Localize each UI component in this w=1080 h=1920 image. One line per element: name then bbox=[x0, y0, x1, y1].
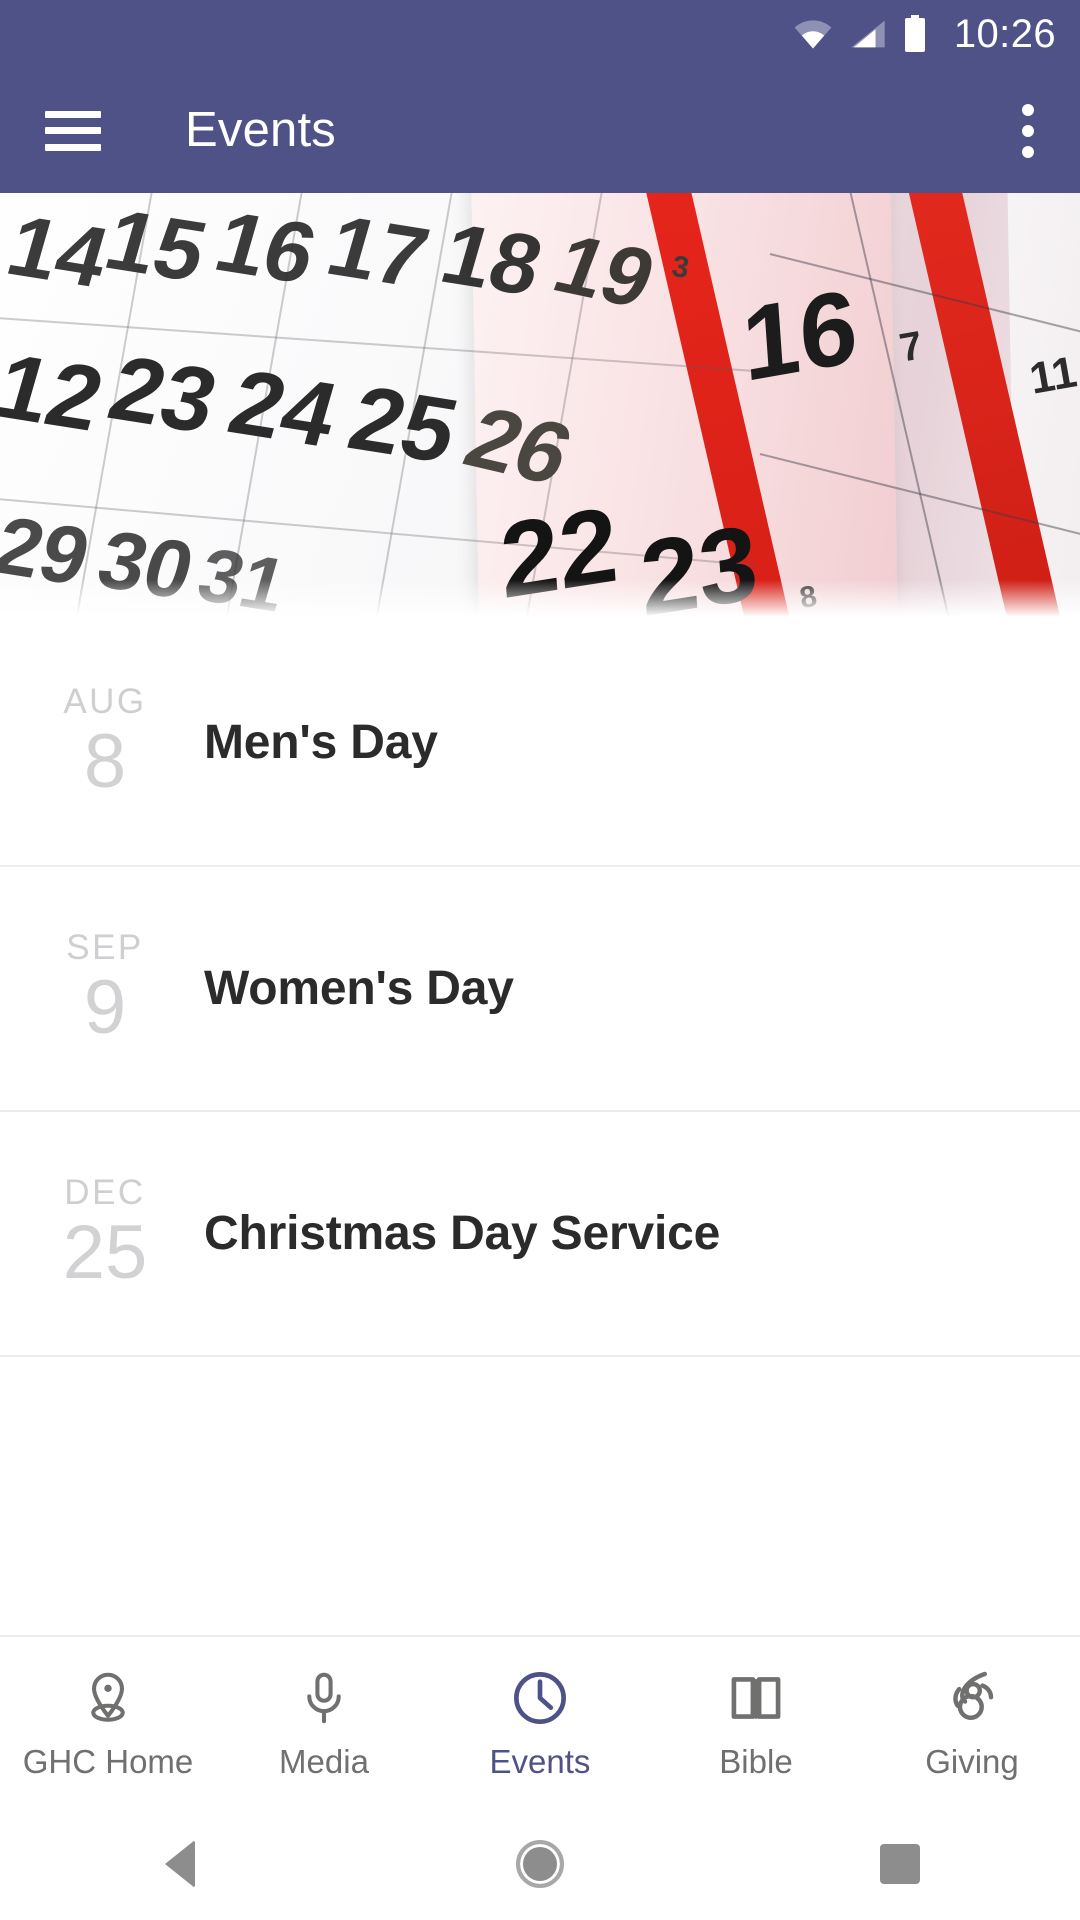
event-date: AUG 8 bbox=[0, 684, 200, 801]
nav-tab-bible[interactable]: Bible bbox=[648, 1637, 864, 1807]
wifi-icon bbox=[792, 17, 834, 51]
recents-square-icon bbox=[880, 1843, 920, 1884]
hero-bottom-fade bbox=[0, 580, 1080, 620]
event-month: DEC bbox=[64, 1173, 146, 1213]
app-bar: Events bbox=[0, 68, 1080, 193]
back-button[interactable] bbox=[120, 1807, 240, 1920]
cellular-signal-icon bbox=[848, 17, 888, 51]
events-list: AUG 8 Men's Day SEP 9 Women's Day DEC 25… bbox=[0, 620, 1080, 1357]
location-pin-icon bbox=[77, 1667, 139, 1729]
open-book-icon bbox=[725, 1667, 787, 1729]
hero-canvas: 14 15 16 17 18 19 3 12 23 24 25 26 29 30… bbox=[0, 193, 1080, 620]
nav-label: Media bbox=[279, 1742, 369, 1780]
recents-button[interactable] bbox=[840, 1807, 960, 1920]
event-title: Women's Day bbox=[204, 961, 514, 1015]
hamburger-menu-icon[interactable] bbox=[45, 110, 101, 151]
page-title: Events bbox=[185, 103, 336, 157]
nav-tab-media[interactable]: Media bbox=[216, 1637, 432, 1807]
status-bar: 10:26 bbox=[0, 0, 1080, 68]
table-row[interactable]: SEP 9 Women's Day bbox=[0, 865, 1080, 1110]
phone-screen: 10:26 Events 14 15 16 17 18 19 3 12 23 2… bbox=[0, 0, 1080, 1920]
nav-label: Events bbox=[489, 1742, 591, 1780]
event-day: 8 bbox=[83, 719, 127, 805]
event-day: 9 bbox=[83, 965, 127, 1051]
nav-tab-events[interactable]: Events bbox=[432, 1637, 648, 1807]
home-button[interactable] bbox=[480, 1807, 600, 1920]
giving-hands-icon bbox=[941, 1667, 1003, 1729]
event-date: DEC 25 bbox=[0, 1175, 200, 1292]
event-title: Christmas Day Service bbox=[204, 1206, 721, 1260]
event-day: 25 bbox=[62, 1210, 148, 1296]
home-circle-icon bbox=[516, 1839, 564, 1888]
nav-label: GHC Home bbox=[22, 1742, 194, 1780]
clock-icon bbox=[509, 1667, 571, 1729]
status-time: 10:26 bbox=[953, 12, 1056, 56]
table-row[interactable]: AUG 8 Men's Day bbox=[0, 620, 1080, 865]
event-title: Men's Day bbox=[204, 715, 438, 769]
nav-tab-giving[interactable]: Giving bbox=[864, 1637, 1080, 1807]
status-icons: 10:26 bbox=[792, 14, 1056, 54]
event-date: SEP 9 bbox=[0, 930, 200, 1047]
hero-calendar-image: 14 15 16 17 18 19 3 12 23 24 25 26 29 30… bbox=[0, 193, 1080, 620]
event-month: AUG bbox=[63, 682, 147, 722]
nav-tab-ghc-home[interactable]: GHC Home bbox=[0, 1637, 216, 1807]
table-row[interactable]: DEC 25 Christmas Day Service bbox=[0, 1110, 1080, 1355]
event-month: SEP bbox=[66, 928, 144, 968]
nav-label: Giving bbox=[925, 1742, 1019, 1780]
bottom-navigation: GHC Home Media Events Bible Giving bbox=[0, 1635, 1080, 1807]
back-triangle-icon bbox=[165, 1839, 195, 1888]
microphone-icon bbox=[293, 1667, 355, 1729]
battery-icon bbox=[902, 14, 928, 54]
overflow-menu-icon[interactable] bbox=[1022, 103, 1034, 158]
nav-label: Bible bbox=[719, 1742, 793, 1780]
system-navigation-bar bbox=[0, 1807, 1080, 1920]
